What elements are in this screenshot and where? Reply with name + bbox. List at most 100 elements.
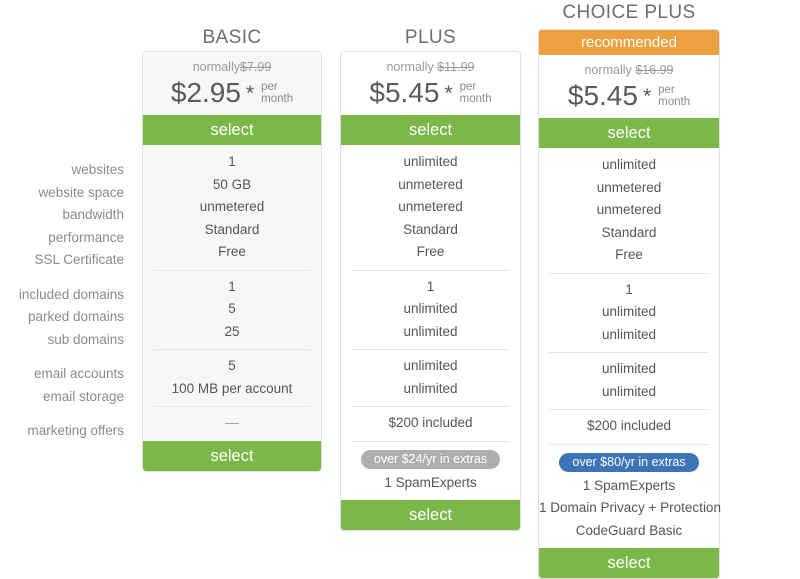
value-plus-marketing-offers: $200 included bbox=[388, 415, 473, 430]
normally-price-plus: normally $11.99 bbox=[341, 58, 520, 76]
value-basic-email-storage: 100 MB per account bbox=[171, 380, 293, 396]
value-plus-websites: unlimited bbox=[403, 154, 458, 169]
feature-label-group-email: email accounts email storage bbox=[0, 363, 130, 408]
label-divider-3 bbox=[0, 408, 130, 420]
price-month-word-choice-plus: month bbox=[658, 96, 691, 108]
normally-price-choice-plus: normally $16.99 bbox=[539, 61, 719, 79]
value-plus-email-accounts: unlimited bbox=[403, 358, 458, 373]
value-divider-choice-plus-2 bbox=[539, 346, 719, 358]
feature-values-basic: 1 50 GB unmetered Standard Free 1 5 25 5… bbox=[143, 145, 321, 441]
normally-prefix-choice-plus: normally bbox=[584, 63, 632, 77]
extras-pill-row-plus: over $24/yr in extras bbox=[341, 447, 520, 472]
value-choice-plus-ssl: Free bbox=[615, 247, 643, 262]
select-button-choice-plus-bottom[interactable]: select bbox=[539, 548, 719, 578]
plan-title-plus: PLUS bbox=[404, 27, 457, 48]
plan-title-choice-plus: CHOICE PLUS bbox=[562, 2, 696, 23]
plan-card-basic: normally$7.99 $2.95 * per month select 1… bbox=[142, 51, 322, 472]
feature-values-plus: unlimited unmetered unmetered Standard F… bbox=[341, 145, 520, 500]
normally-prefix-basic: normally bbox=[192, 60, 240, 74]
price-per-word-basic: per bbox=[261, 81, 278, 93]
select-button-basic-top[interactable]: select bbox=[143, 115, 321, 145]
current-price-line-plus: $5.45 * per month bbox=[341, 76, 520, 110]
extras-badge-choice-plus: over $80/yr in extras bbox=[559, 452, 699, 472]
price-box-choice-plus: normally $16.99 $5.45 * per month bbox=[539, 55, 719, 118]
value-choice-plus-sub-domains: unlimited bbox=[601, 326, 657, 342]
price-period-choice-plus: per month bbox=[658, 84, 690, 108]
value-basic-bandwidth: unmetered bbox=[199, 199, 265, 214]
original-price-choice-plus: $16.99 bbox=[635, 63, 674, 77]
value-divider-basic-1 bbox=[143, 264, 321, 276]
value-divider-choice-plus-1 bbox=[539, 267, 719, 279]
current-price-plus: $5.45 bbox=[369, 77, 440, 108]
recommended-ribbon: recommended bbox=[539, 30, 719, 55]
value-basic-marketing-offers: — bbox=[225, 415, 239, 430]
feature-label-performance: performance bbox=[48, 229, 124, 245]
feature-label-ssl-certificate: SSL Certificate bbox=[34, 252, 124, 267]
value-choice-plus-parked-domains: unlimited bbox=[601, 304, 657, 319]
extra-plus-spamexperts: 1 SpamExperts bbox=[384, 474, 477, 490]
value-basic-websites: 1 bbox=[228, 154, 236, 169]
value-basic-included-domains: 1 bbox=[228, 278, 236, 294]
select-button-basic-bottom[interactable]: select bbox=[143, 440, 321, 471]
price-asterisk-plus: * bbox=[444, 81, 453, 105]
plan-card-choice-plus: recommended normally $16.99 $5.45 * per … bbox=[538, 29, 721, 579]
select-button-choice-plus-top[interactable]: select bbox=[539, 118, 719, 148]
label-divider-2 bbox=[0, 351, 130, 363]
normally-price-basic: normally$7.99 bbox=[143, 58, 321, 76]
value-divider-plus-4 bbox=[341, 435, 520, 447]
extra-choice-plus-codeguard: CodeGuard Basic bbox=[575, 522, 683, 538]
select-button-plus-bottom[interactable]: select bbox=[341, 500, 520, 530]
value-choice-plus-included-domains: 1 bbox=[625, 281, 633, 297]
select-button-plus-top[interactable]: select bbox=[341, 115, 520, 145]
value-choice-plus-marketing-offers: $200 included bbox=[586, 418, 672, 433]
feature-label-column: websites website space bandwidth perform… bbox=[0, 0, 130, 558]
value-choice-plus-email-accounts: unlimited bbox=[601, 361, 657, 376]
plan-title-basic: BASIC bbox=[202, 27, 262, 48]
value-basic-email-accounts: 5 bbox=[228, 358, 236, 373]
price-per-word-plus: per bbox=[459, 81, 477, 93]
current-price-choice-plus: $5.45 bbox=[567, 80, 638, 111]
value-basic-ssl: Free bbox=[218, 244, 246, 259]
feature-label-bandwidth: bandwidth bbox=[62, 207, 124, 222]
price-per-word-choice-plus: per bbox=[658, 84, 675, 96]
value-divider-choice-plus-4 bbox=[539, 438, 719, 450]
feature-label-websites: websites bbox=[71, 162, 124, 177]
normally-prefix-plus: normally bbox=[386, 60, 434, 74]
extra-choice-plus-domain-privacy: 1 Domain Privacy + Protection bbox=[539, 500, 721, 515]
price-asterisk-choice-plus: * bbox=[642, 84, 652, 108]
value-plus-email-storage: unlimited bbox=[403, 380, 458, 396]
value-plus-website-space: unmetered bbox=[398, 176, 463, 192]
feature-label-marketing-offers: marketing offers bbox=[27, 423, 124, 438]
value-choice-plus-email-storage: unlimited bbox=[601, 383, 657, 399]
value-divider-plus-1 bbox=[341, 264, 520, 276]
value-plus-sub-domains: unlimited bbox=[403, 323, 458, 339]
value-divider-plus-2 bbox=[341, 343, 520, 355]
value-plus-included-domains: 1 bbox=[426, 278, 435, 294]
original-price-plus: $11.99 bbox=[437, 60, 475, 74]
feature-label-email-accounts: email accounts bbox=[33, 366, 124, 381]
feature-label-group-marketing: marketing offers bbox=[0, 420, 130, 443]
value-basic-sub-domains: 25 bbox=[224, 323, 240, 339]
value-basic-performance: Standard bbox=[204, 221, 260, 237]
extras-pill-row-choice-plus: over $80/yr in extras bbox=[539, 450, 719, 475]
value-basic-parked-domains: 5 bbox=[228, 301, 236, 316]
pricing-comparison-table: websites website space bandwidth perform… bbox=[0, 0, 800, 579]
value-choice-plus-bandwidth: unmetered bbox=[596, 202, 662, 217]
label-divider-1 bbox=[0, 272, 130, 284]
value-plus-parked-domains: unlimited bbox=[403, 301, 458, 316]
feature-label-website-space: website space bbox=[38, 184, 124, 200]
feature-label-parked-domains: parked domains bbox=[27, 309, 124, 324]
value-divider-plus-3 bbox=[341, 400, 520, 412]
feature-label-email-storage: email storage bbox=[42, 388, 124, 404]
values-bottom-spacer-basic bbox=[143, 435, 321, 441]
value-divider-basic-3 bbox=[143, 400, 321, 412]
feature-label-group-hosting: websites website space bandwidth perform… bbox=[0, 159, 130, 272]
value-choice-plus-websites: unlimited bbox=[601, 157, 657, 172]
extra-choice-plus-spamexperts: 1 SpamExperts bbox=[582, 477, 676, 493]
current-price-line-basic: $2.95 * per month bbox=[143, 76, 321, 110]
value-choice-plus-website-space: unmetered bbox=[596, 179, 662, 195]
plan-card-plus: normally $11.99 $5.45 * per month select… bbox=[340, 51, 521, 531]
price-box-basic: normally$7.99 $2.95 * per month bbox=[143, 52, 321, 115]
price-month-word-plus: month bbox=[459, 93, 492, 105]
feature-label-sub-domains: sub domains bbox=[47, 331, 124, 347]
